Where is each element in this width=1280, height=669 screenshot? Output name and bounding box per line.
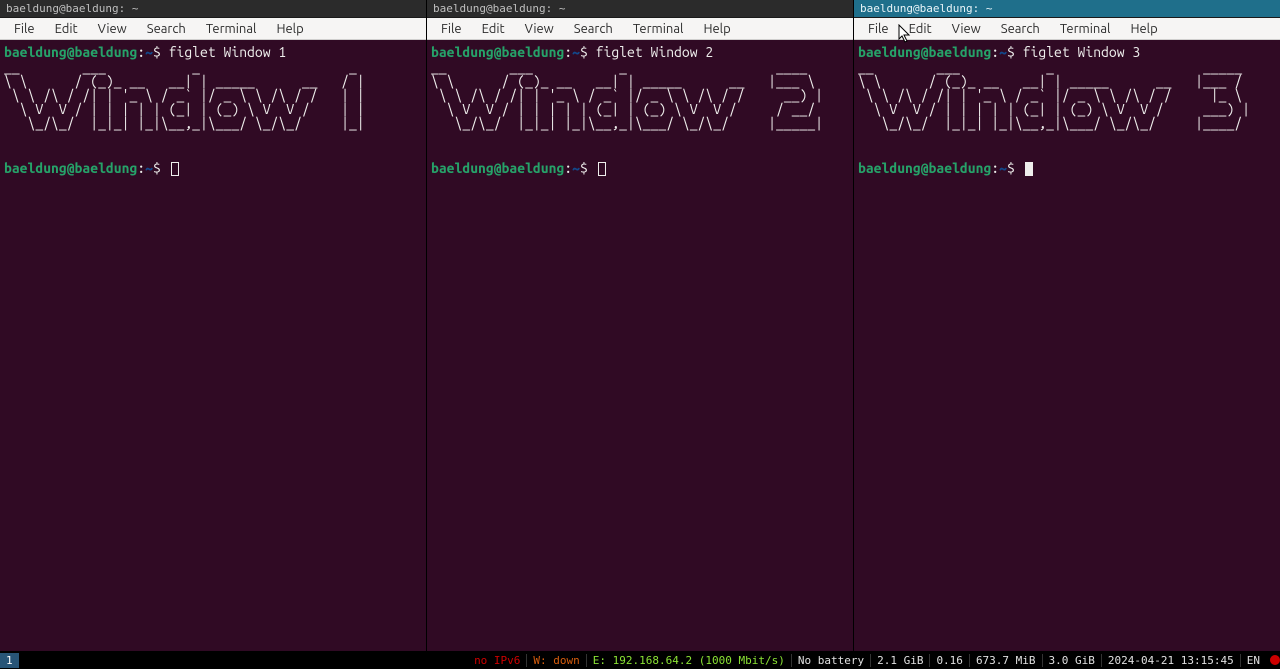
prompt-line: baeldung@baeldung:~$ [431,160,849,176]
i3-status-bar[interactable]: 1 no IPv6 W: down E: 192.168.64.2 (1000 … [0,651,1280,669]
workspace-badge[interactable]: 1 [0,653,19,668]
terminal-cursor [171,162,179,176]
prompt-path: ~ [145,44,153,60]
command-text: figlet Window 3 [1023,44,1141,60]
terminal[interactable]: baeldung@baeldung:~$ figlet Window 2__ _… [427,40,853,651]
tiling-panes: baeldung@baeldung: ~FileEditViewSearchTe… [0,0,1280,651]
prompt-dollar: $ [153,44,169,60]
status-disk: 673.7 MiB [969,654,1042,667]
menu-edit[interactable]: Edit [899,20,942,38]
menu-terminal[interactable]: Terminal [196,20,267,38]
prompt-colon: : [564,44,572,60]
prompt-dollar: $ [580,44,596,60]
menu-help[interactable]: Help [266,20,313,38]
prompt-path: ~ [999,160,1007,176]
prompt-path: ~ [572,160,580,176]
menubar: FileEditViewSearchTerminalHelp [0,18,426,40]
prompt-dollar: $ [1007,44,1023,60]
status-battery: No battery [791,654,870,667]
status-mem: 2.1 GiB [870,654,929,667]
status-datetime: 2024-04-21 13:15:45 [1101,654,1240,667]
menu-file[interactable]: File [431,20,472,38]
prompt-dollar: $ [580,160,596,176]
prompt-user: baeldung@baeldung [858,44,991,60]
status-wifi: W: down [526,654,585,667]
prompt-path: ~ [999,44,1007,60]
prompt-colon: : [991,160,999,176]
figlet-output: __ ___ _ ____ \ \ / (_)_ __ __| | _____ … [431,60,849,144]
desktop: baeldung@baeldung: ~FileEditViewSearchTe… [0,0,1280,669]
menu-edit[interactable]: Edit [472,20,515,38]
menu-search[interactable]: Search [137,20,196,38]
menu-help[interactable]: Help [1120,20,1167,38]
menubar: FileEditViewSearchTerminalHelp [854,18,1280,40]
prompt-user: baeldung@baeldung [4,160,137,176]
prompt-colon: : [991,44,999,60]
prompt-line: baeldung@baeldung:~$ figlet Window 3 [858,44,1276,60]
menu-file[interactable]: File [4,20,45,38]
terminal-pane-2[interactable]: baeldung@baeldung: ~FileEditViewSearchTe… [427,0,854,651]
menu-view[interactable]: View [942,20,991,38]
menu-help[interactable]: Help [693,20,740,38]
window-titlebar[interactable]: baeldung@baeldung: ~ [0,0,426,18]
menu-view[interactable]: View [515,20,564,38]
status-disk2: 3.0 GiB [1042,654,1101,667]
command-text: figlet Window 2 [596,44,714,60]
command-text: figlet Window 1 [169,44,287,60]
prompt-dollar: $ [1007,160,1023,176]
prompt-path: ~ [145,160,153,176]
menu-edit[interactable]: Edit [45,20,88,38]
status-ipv6: no IPv6 [468,654,526,667]
terminal-pane-3[interactable]: baeldung@baeldung: ~FileEditViewSearchTe… [854,0,1280,651]
prompt-line: baeldung@baeldung:~$ figlet Window 2 [431,44,849,60]
prompt-colon: : [137,160,145,176]
status-lang: EN [1240,654,1266,667]
menu-search[interactable]: Search [564,20,623,38]
menu-terminal[interactable]: Terminal [623,20,694,38]
menu-view[interactable]: View [88,20,137,38]
terminal-cursor [598,162,606,176]
terminal[interactable]: baeldung@baeldung:~$ figlet Window 3__ _… [854,40,1280,651]
prompt-user: baeldung@baeldung [858,160,991,176]
menu-file[interactable]: File [858,20,899,38]
menu-terminal[interactable]: Terminal [1050,20,1121,38]
figlet-output: __ ___ _ _____ \ \ / (_)_ __ __| | _____… [858,60,1276,144]
prompt-path: ~ [572,44,580,60]
prompt-user: baeldung@baeldung [431,160,564,176]
close-icon[interactable] [1270,655,1280,665]
window-titlebar[interactable]: baeldung@baeldung: ~ [427,0,853,18]
menubar: FileEditViewSearchTerminalHelp [427,18,853,40]
prompt-line: baeldung@baeldung:~$ [858,160,1276,176]
prompt-user: baeldung@baeldung [4,44,137,60]
prompt-line: baeldung@baeldung:~$ [4,160,422,176]
prompt-colon: : [137,44,145,60]
prompt-user: baeldung@baeldung [431,44,564,60]
prompt-line: baeldung@baeldung:~$ figlet Window 1 [4,44,422,60]
window-titlebar[interactable]: baeldung@baeldung: ~ [854,0,1280,18]
status-load: 0.16 [929,654,969,667]
menu-search[interactable]: Search [991,20,1050,38]
terminal[interactable]: baeldung@baeldung:~$ figlet Window 1__ _… [0,40,426,651]
prompt-dollar: $ [153,160,169,176]
terminal-pane-1[interactable]: baeldung@baeldung: ~FileEditViewSearchTe… [0,0,427,651]
figlet-output: __ ___ _ _ \ \ / (_)_ __ __| | _____ __ … [4,60,422,144]
terminal-cursor [1025,162,1033,176]
prompt-colon: : [564,160,572,176]
status-eth: E: 192.168.64.2 (1000 Mbit/s) [586,654,791,667]
